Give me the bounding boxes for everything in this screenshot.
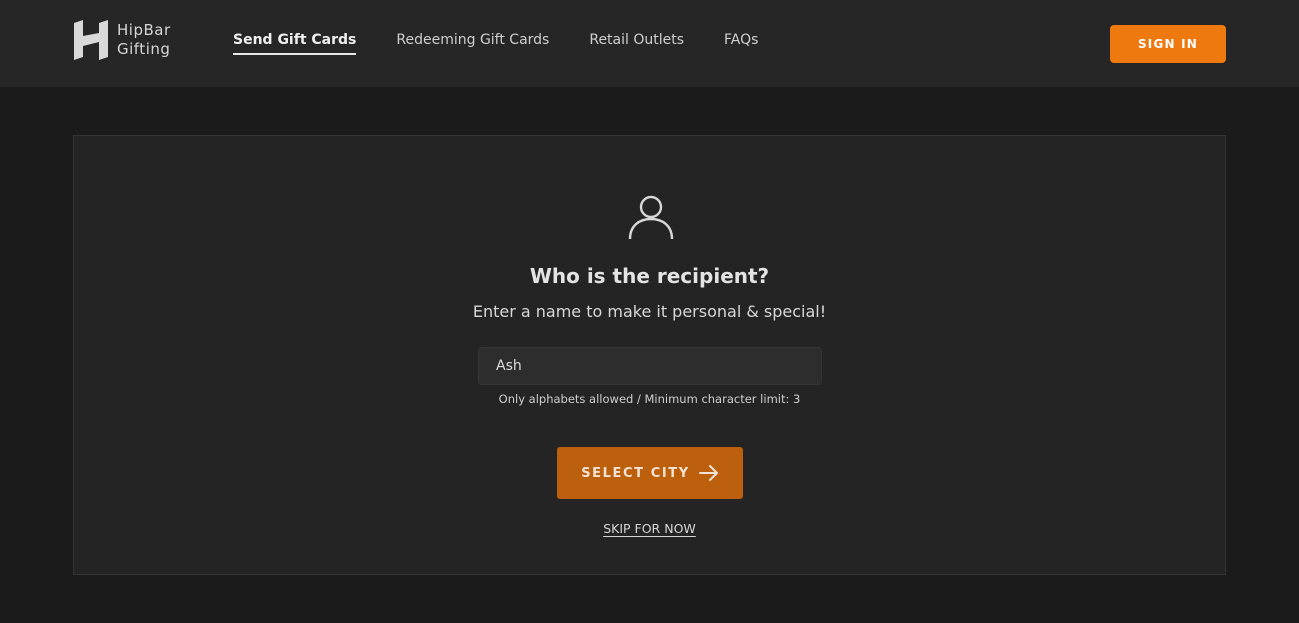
page-title: Who is the recipient? — [529, 264, 770, 288]
nav-send-gift-cards[interactable]: Send Gift Cards — [233, 32, 357, 55]
recipient-card: Who is the recipient? Enter a name to ma… — [73, 135, 1226, 575]
input-hint: Only alphabets allowed / Minimum charact… — [498, 392, 801, 406]
sign-in-button[interactable]: SIGN IN — [1110, 25, 1226, 63]
select-city-button[interactable]: SELECT CITY — [557, 447, 743, 499]
logo-text: HipBar Gifting — [117, 21, 171, 59]
recipient-name-input[interactable] — [478, 347, 822, 385]
top-navigation-bar: HipBar Gifting Send Gift Cards Redeeming… — [0, 0, 1299, 87]
main-nav: Send Gift Cards Redeeming Gift Cards Ret… — [233, 32, 798, 55]
nav-retail-outlets[interactable]: Retail Outlets — [589, 32, 684, 55]
logo-line-2: Gifting — [117, 40, 171, 58]
skip-for-now-link[interactable]: SKIP FOR NOW — [603, 521, 696, 536]
arrow-right-icon — [698, 465, 718, 481]
hipbar-logo-icon — [74, 20, 108, 60]
logo-link[interactable]: HipBar Gifting — [72, 20, 171, 60]
user-icon — [628, 195, 674, 240]
skip-container: SKIP FOR NOW — [74, 520, 1225, 538]
nav-faqs[interactable]: FAQs — [724, 32, 758, 55]
select-city-label: SELECT CITY — [581, 465, 690, 481]
logo-line-1: HipBar — [117, 21, 171, 39]
page-subtitle: Enter a name to make it personal & speci… — [472, 302, 827, 321]
nav-redeeming-gift-cards[interactable]: Redeeming Gift Cards — [396, 32, 549, 55]
